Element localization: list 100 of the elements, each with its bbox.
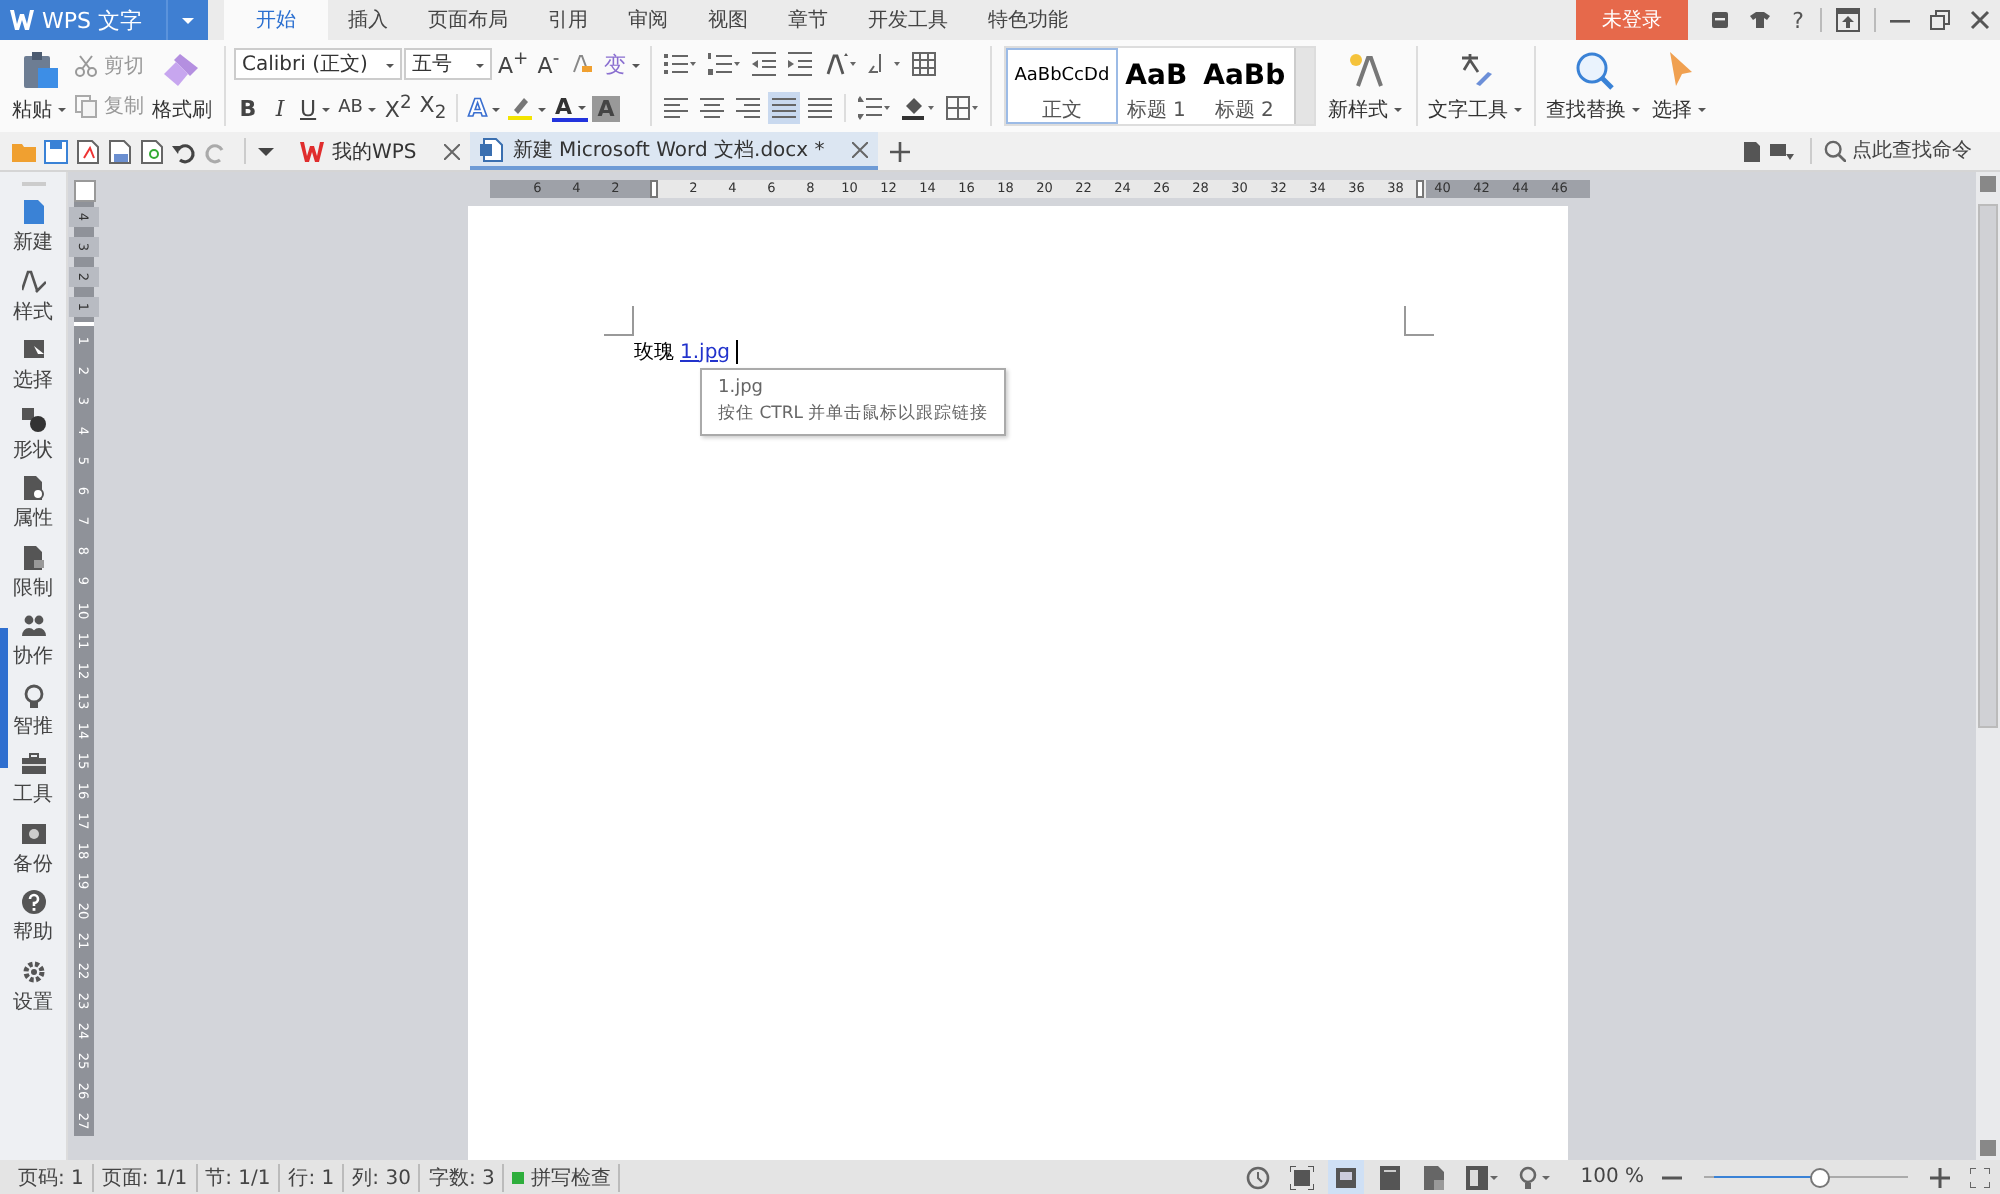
ribbon-tab[interactable]: 开始 — [224, 0, 328, 40]
format-button[interactable]: AB — [336, 92, 379, 124]
sidebar-item[interactable]: 备份 — [13, 821, 53, 890]
format-button[interactable]: X$_{2}$ — [417, 92, 449, 124]
align-button[interactable] — [660, 92, 693, 124]
app-menu-button[interactable]: WPS 文字 — [0, 0, 166, 40]
format-painter-button[interactable]: 格式刷 — [148, 45, 216, 127]
book-icon[interactable] — [1378, 1165, 1403, 1189]
window-pin-icon[interactable] — [1836, 8, 1860, 32]
text-effect-button[interactable]: A — [466, 92, 503, 124]
save-icon[interactable] — [44, 139, 68, 163]
ribbon-tab[interactable]: 开发工具 — [848, 0, 968, 40]
collapse-handle[interactable] — [0, 628, 8, 768]
find-replace-button[interactable]: 查找替换 — [1543, 45, 1644, 127]
paste-button[interactable]: 粘贴 — [8, 45, 70, 127]
right-indent-marker[interactable] — [1415, 180, 1423, 198]
document-tab[interactable]: 我的WPS — [290, 132, 471, 170]
align-button[interactable] — [732, 92, 765, 124]
sidebar-item[interactable]: 新建 — [13, 200, 53, 269]
ribbon-tab[interactable]: 视图 — [688, 0, 768, 40]
page-icon[interactable] — [1742, 141, 1762, 161]
phonetic-guide-button[interactable]: 变 — [602, 48, 643, 80]
font-color-button[interactable]: A — [552, 94, 588, 122]
bulb-icon[interactable] — [1518, 1165, 1551, 1189]
text-tools-button[interactable]: 文字工具 — [1425, 45, 1526, 127]
spell-check-status[interactable]: 拼写检查 — [504, 1163, 621, 1191]
font-size-dropdown[interactable]: 五号 — [404, 48, 492, 80]
history-icon[interactable] — [1246, 1165, 1271, 1189]
vertical-scrollbar[interactable] — [1976, 172, 2000, 1160]
format-button[interactable]: I — [266, 92, 294, 124]
align-button[interactable] — [768, 92, 801, 124]
command-search-field[interactable]: 点此查找命令 — [1824, 140, 1992, 162]
pdf-page-icon[interactable] — [76, 139, 100, 163]
bullet-list-icon[interactable] — [664, 52, 697, 76]
document-tab[interactable]: 新建 Microsoft Word 文档.docx * — [470, 132, 879, 170]
indent-marker[interactable] — [650, 180, 659, 198]
table-icon[interactable] — [912, 52, 937, 76]
sidebar-item[interactable]: 形状 — [13, 407, 53, 476]
format-button[interactable]: X$^{2}$ — [382, 92, 414, 124]
sidebar-item[interactable]: 设置 — [13, 959, 53, 1028]
sidebar-item[interactable]: 帮助 — [13, 890, 53, 959]
style-preset[interactable]: AaB 标题 1 — [1117, 48, 1196, 124]
ribbon-tab[interactable]: 章节 — [768, 0, 848, 40]
undo-icon[interactable] — [172, 139, 196, 163]
format-button[interactable]: U — [298, 92, 333, 124]
sidebar-item[interactable]: 选择 — [13, 338, 53, 407]
gallery-scrollbar[interactable] — [1293, 48, 1314, 124]
print-page-icon[interactable] — [108, 139, 132, 163]
fit-icon[interactable] — [1970, 1167, 1990, 1187]
numbered-list-icon[interactable] — [708, 52, 741, 76]
clipboard-icon — [19, 49, 59, 89]
align-button[interactable] — [696, 92, 729, 124]
preview-page-icon[interactable] — [140, 139, 164, 163]
restore-icon[interactable] — [1930, 10, 1950, 30]
line-spacing-icon[interactable] — [858, 96, 891, 120]
ribbon-tab[interactable]: 插入 — [328, 0, 408, 40]
shirt-icon[interactable] — [1750, 10, 1771, 30]
sidebar-item[interactable]: 智推 — [13, 683, 53, 752]
decrease-indent-icon[interactable] — [752, 52, 777, 76]
format-button[interactable]: B — [234, 92, 262, 124]
ribbon-tab[interactable]: 页面布局 — [408, 0, 528, 40]
select-button[interactable]: 选择 — [1643, 45, 1716, 127]
page-view-icon[interactable] — [1334, 1165, 1359, 1189]
sidebar-item[interactable]: 限制 — [13, 545, 53, 614]
sidebar-item[interactable]: 工具 — [13, 752, 53, 821]
style-preset[interactable]: AaBbCcDd 正文 — [1006, 48, 1118, 124]
hyperlink[interactable]: 1.jpg — [680, 341, 731, 363]
paint-bucket-icon[interactable] — [902, 96, 935, 120]
ribbon-tab[interactable]: 引用 — [528, 0, 608, 40]
tab-stop-selector[interactable] — [74, 180, 96, 202]
close-icon[interactable] — [1970, 10, 1990, 30]
borders-icon[interactable] — [946, 96, 979, 120]
zoom-in-icon[interactable] — [1930, 1167, 1950, 1187]
help-button[interactable]: ? — [1792, 7, 1804, 33]
document-text: 玫瑰 — [634, 340, 674, 366]
web-layout-icon[interactable] — [1466, 1165, 1499, 1189]
new-tab-icon[interactable] — [890, 141, 911, 161]
skin-box-icon[interactable] — [1710, 10, 1731, 30]
slider-thumb[interactable] — [1810, 1167, 1831, 1187]
new-style-button[interactable]: 新样式 — [1323, 45, 1408, 127]
font-size-button[interactable]: A$^{+}$ — [496, 48, 531, 80]
align-button[interactable] — [804, 92, 837, 124]
font-name-dropdown[interactable]: Calibri (正文) — [234, 48, 402, 80]
ribbon-tab[interactable]: 审阅 — [608, 0, 688, 40]
sidebar-item[interactable]: 属性 — [13, 476, 53, 545]
sidebar-item[interactable]: 样式 — [13, 269, 53, 338]
fullscreen-frame-icon[interactable] — [1290, 1165, 1315, 1189]
sort-icon[interactable] — [824, 52, 857, 76]
magnifier-icon — [1573, 49, 1614, 89]
close-tab-icon[interactable] — [444, 143, 461, 159]
ribbon-tab[interactable]: 特色功能 — [968, 0, 1088, 40]
sidebar-item[interactable]: 协作 — [13, 614, 53, 683]
clear-format-icon[interactable] — [570, 52, 595, 76]
flag-icon[interactable] — [1770, 141, 1794, 161]
style-preset[interactable]: AaBb 标题 2 — [1195, 48, 1294, 124]
highlight-button[interactable] — [506, 92, 549, 124]
font-size-button[interactable]: A$^{-}$ — [534, 48, 563, 80]
outline-page-icon[interactable] — [1422, 1165, 1447, 1189]
increase-indent-icon[interactable] — [788, 52, 813, 76]
close-tab-icon[interactable] — [852, 141, 869, 157]
